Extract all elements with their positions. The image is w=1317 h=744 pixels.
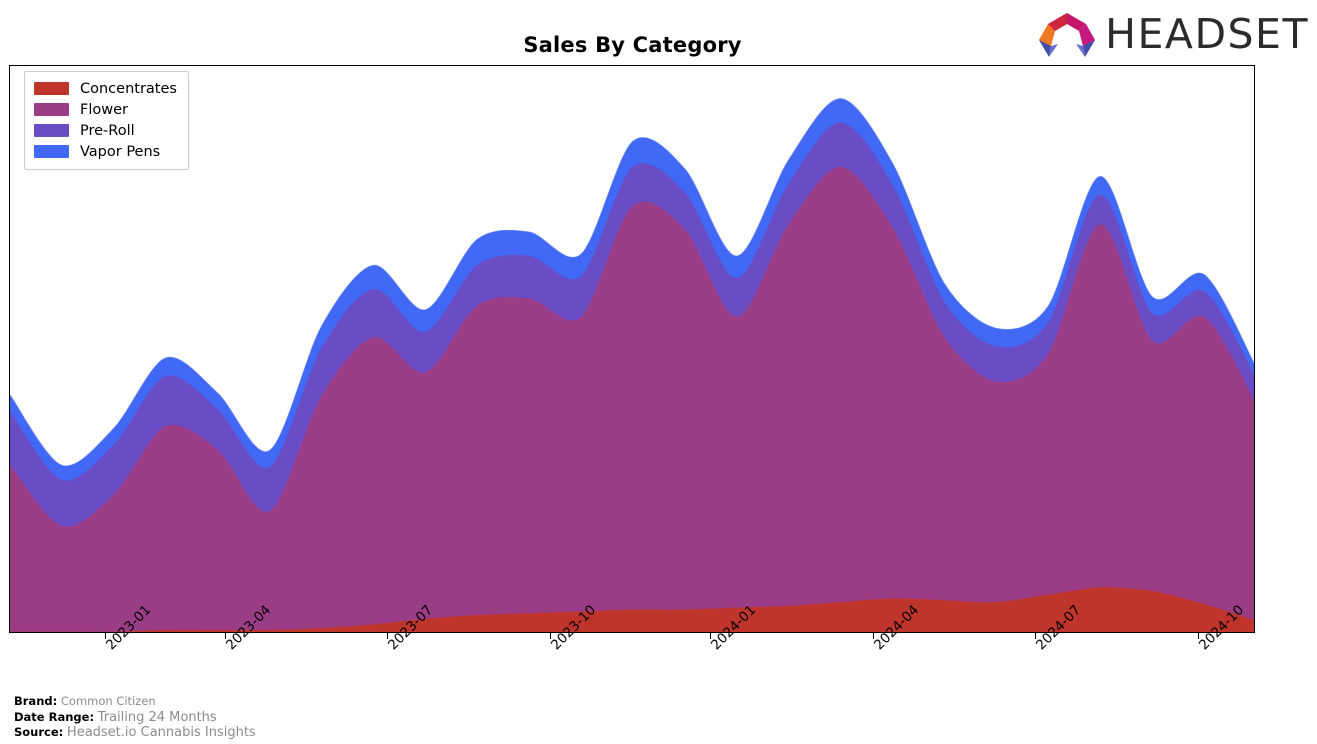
brand-wordmark: HEADSET — [1105, 9, 1309, 58]
x-axis: 2023-01 2023-04 2023-07 2023-10 2024-01 2024-… — [9, 602, 1255, 653]
stacked-area-chart — [10, 98, 1254, 632]
legend-item-flower[interactable]: Flower — [34, 99, 177, 120]
chart-plot-area: Concentrates Flower Pre-Roll Vapor Pens — [9, 65, 1255, 633]
legend-item-pre-roll[interactable]: Pre-Roll — [34, 120, 177, 141]
footer-date-range-row: Date Range: Trailing 24 Months — [14, 710, 256, 726]
legend-label-concentrates: Concentrates — [80, 80, 177, 97]
legend-label-flower: Flower — [80, 101, 128, 118]
legend-swatch-flower — [34, 103, 69, 116]
legend-swatch-vapor-pens — [34, 145, 69, 158]
legend-label-pre-roll: Pre-Roll — [80, 122, 135, 139]
footer-brand-row: Brand: Common Citizen — [14, 694, 256, 710]
chart-page: Sales By Category HEADSET Concentrates F… — [0, 0, 1317, 744]
chart-footer: Brand: Common Citizen Date Range: Traili… — [14, 694, 256, 741]
legend-item-concentrates[interactable]: Concentrates — [34, 78, 177, 99]
legend-swatch-pre-roll — [34, 124, 69, 137]
headset-hexagon-logo-icon — [1039, 13, 1096, 57]
footer-source-key: Source: — [14, 725, 64, 739]
legend-label-vapor-pens: Vapor Pens — [80, 143, 161, 160]
footer-source-row: Source: Headset.io Cannabis Insights — [14, 725, 256, 741]
brand-logo: HEADSET — [1036, 8, 1309, 60]
footer-brand-key: Brand: — [14, 694, 58, 708]
footer-source-value: Headset.io Cannabis Insights — [66, 725, 256, 740]
legend-item-vapor-pens[interactable]: Vapor Pens — [34, 141, 177, 162]
area-layers — [10, 98, 1254, 632]
footer-date-range-value: Trailing 24 Months — [97, 709, 217, 725]
legend-swatch-concentrates — [34, 82, 69, 95]
footer-date-range-key: Date Range: — [14, 709, 95, 724]
footer-brand-value: Common Citizen — [60, 694, 156, 708]
chart-legend: Concentrates Flower Pre-Roll Vapor Pens — [24, 71, 189, 170]
